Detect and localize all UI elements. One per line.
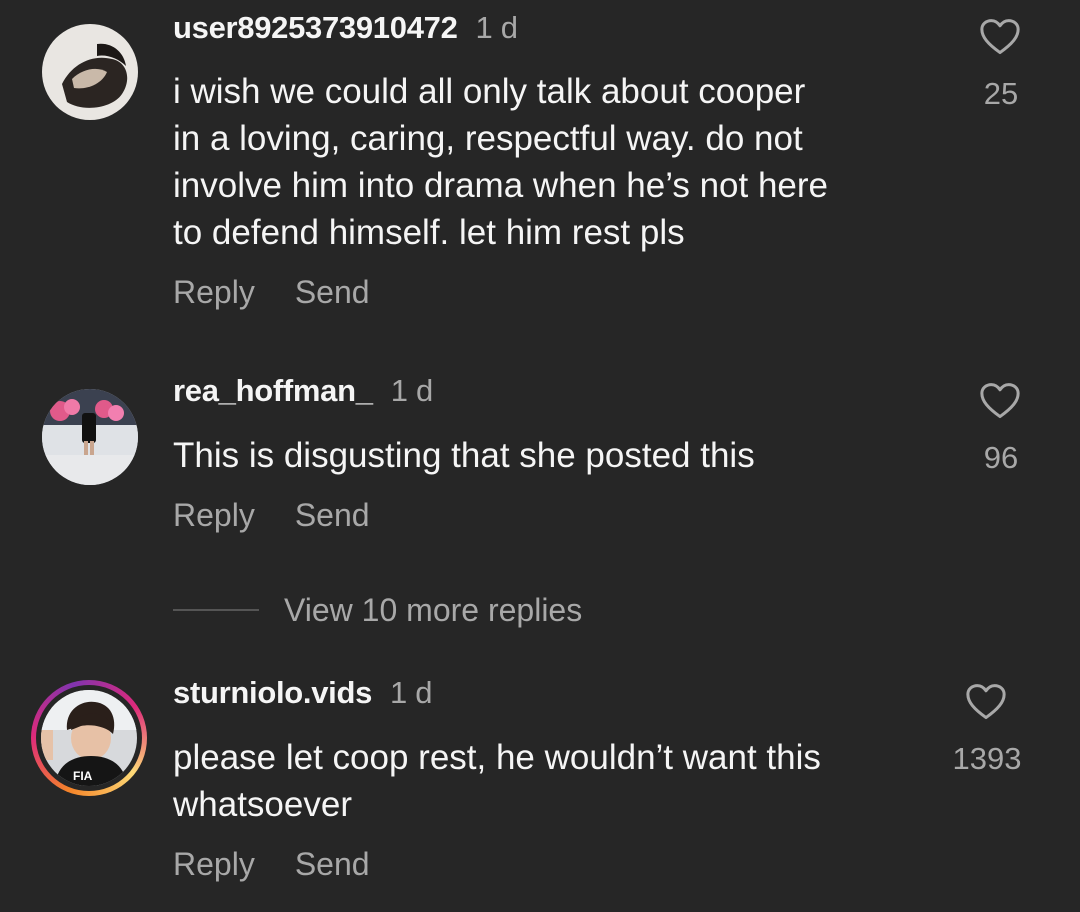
like-count: 25 bbox=[983, 76, 1019, 111]
avatar: FIA bbox=[41, 690, 137, 786]
username[interactable]: sturniolo.vids bbox=[173, 675, 372, 710]
like-count: 1393 bbox=[952, 741, 1022, 776]
reply-button[interactable]: Reply bbox=[173, 274, 255, 310]
comment-actions: Reply Send bbox=[173, 497, 370, 534]
comment-text: i wish we could all only talk about coop… bbox=[173, 72, 829, 252]
svg-text:FIA: FIA bbox=[73, 769, 93, 783]
like-count: 96 bbox=[983, 440, 1019, 475]
view-more-replies-label: View 10 more replies bbox=[284, 591, 583, 628]
divider bbox=[173, 609, 259, 611]
heart-outline-icon[interactable] bbox=[965, 683, 1007, 721]
send-button[interactable]: Send bbox=[295, 274, 370, 310]
comment-header: sturniolo.vids 1 d bbox=[173, 675, 433, 711]
reply-button[interactable]: Reply bbox=[173, 497, 255, 533]
comment-header: user8925373910472 1 d bbox=[173, 10, 518, 46]
comment-actions: Reply Send bbox=[173, 846, 370, 883]
heart-outline-icon[interactable] bbox=[979, 382, 1021, 420]
timestamp: 1 d bbox=[390, 373, 434, 408]
send-button[interactable]: Send bbox=[295, 497, 370, 533]
reply-button[interactable]: Reply bbox=[173, 846, 255, 882]
send-button[interactable]: Send bbox=[295, 846, 370, 882]
timestamp: 1 d bbox=[475, 10, 519, 45]
comment-text: please let coop rest, he wouldn’t want t… bbox=[173, 738, 821, 824]
username[interactable]: rea_hoffman_ bbox=[173, 373, 373, 408]
view-more-replies-button[interactable]: View 10 more replies bbox=[173, 588, 582, 632]
heart-outline-icon[interactable] bbox=[979, 18, 1021, 56]
comment-header: rea_hoffman_ 1 d bbox=[173, 373, 433, 409]
comment-actions: Reply Send bbox=[173, 274, 370, 311]
avatar[interactable] bbox=[42, 389, 138, 485]
avatar[interactable] bbox=[42, 24, 138, 120]
timestamp: 1 d bbox=[390, 675, 433, 710]
avatar-story-ring[interactable]: FIA bbox=[31, 680, 147, 796]
username[interactable]: user8925373910472 bbox=[173, 10, 458, 45]
comment-text: This is disgusting that she posted this bbox=[173, 436, 755, 475]
